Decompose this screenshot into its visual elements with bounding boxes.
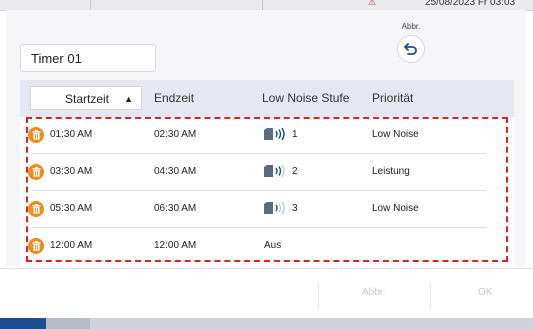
selection-highlight: [26, 117, 508, 262]
status-bar-divider: [90, 0, 91, 10]
status-datetime: 25/08/2023 Fr 03:03: [425, 0, 516, 8]
column-header-start: Startzeit: [65, 92, 110, 106]
table-header: Startzeit ▲ Endzeit Low Noise Stufe Prio…: [20, 80, 514, 117]
cancel-button[interactable]: Abbr.: [362, 287, 385, 298]
timer-name-field[interactable]: Timer 01: [20, 44, 156, 72]
action-bar-divider: [318, 283, 319, 309]
taskbar-active-tab[interactable]: [0, 318, 46, 329]
undo-arrow-icon: [404, 43, 417, 55]
abbr-label: Abbr.: [401, 22, 421, 31]
action-bar-divider: [430, 283, 431, 309]
ok-button[interactable]: OK: [478, 287, 492, 298]
column-header-priority: Priorität: [372, 91, 414, 105]
status-bar-divider: [262, 0, 263, 10]
action-bar: Abbr. OK: [0, 268, 533, 319]
back-button[interactable]: [398, 36, 424, 62]
taskbar-tab[interactable]: [46, 318, 90, 329]
abbr-back-control: Abbr.: [392, 22, 430, 62]
column-header-end: Endzeit: [154, 91, 195, 105]
notification-icon: ⚠: [368, 0, 377, 7]
sort-by-start-button[interactable]: Startzeit ▲: [30, 86, 142, 110]
sort-ascending-icon: ▲: [124, 94, 133, 104]
column-header-level: Low Noise Stufe: [262, 91, 350, 105]
taskbar: [0, 318, 533, 329]
